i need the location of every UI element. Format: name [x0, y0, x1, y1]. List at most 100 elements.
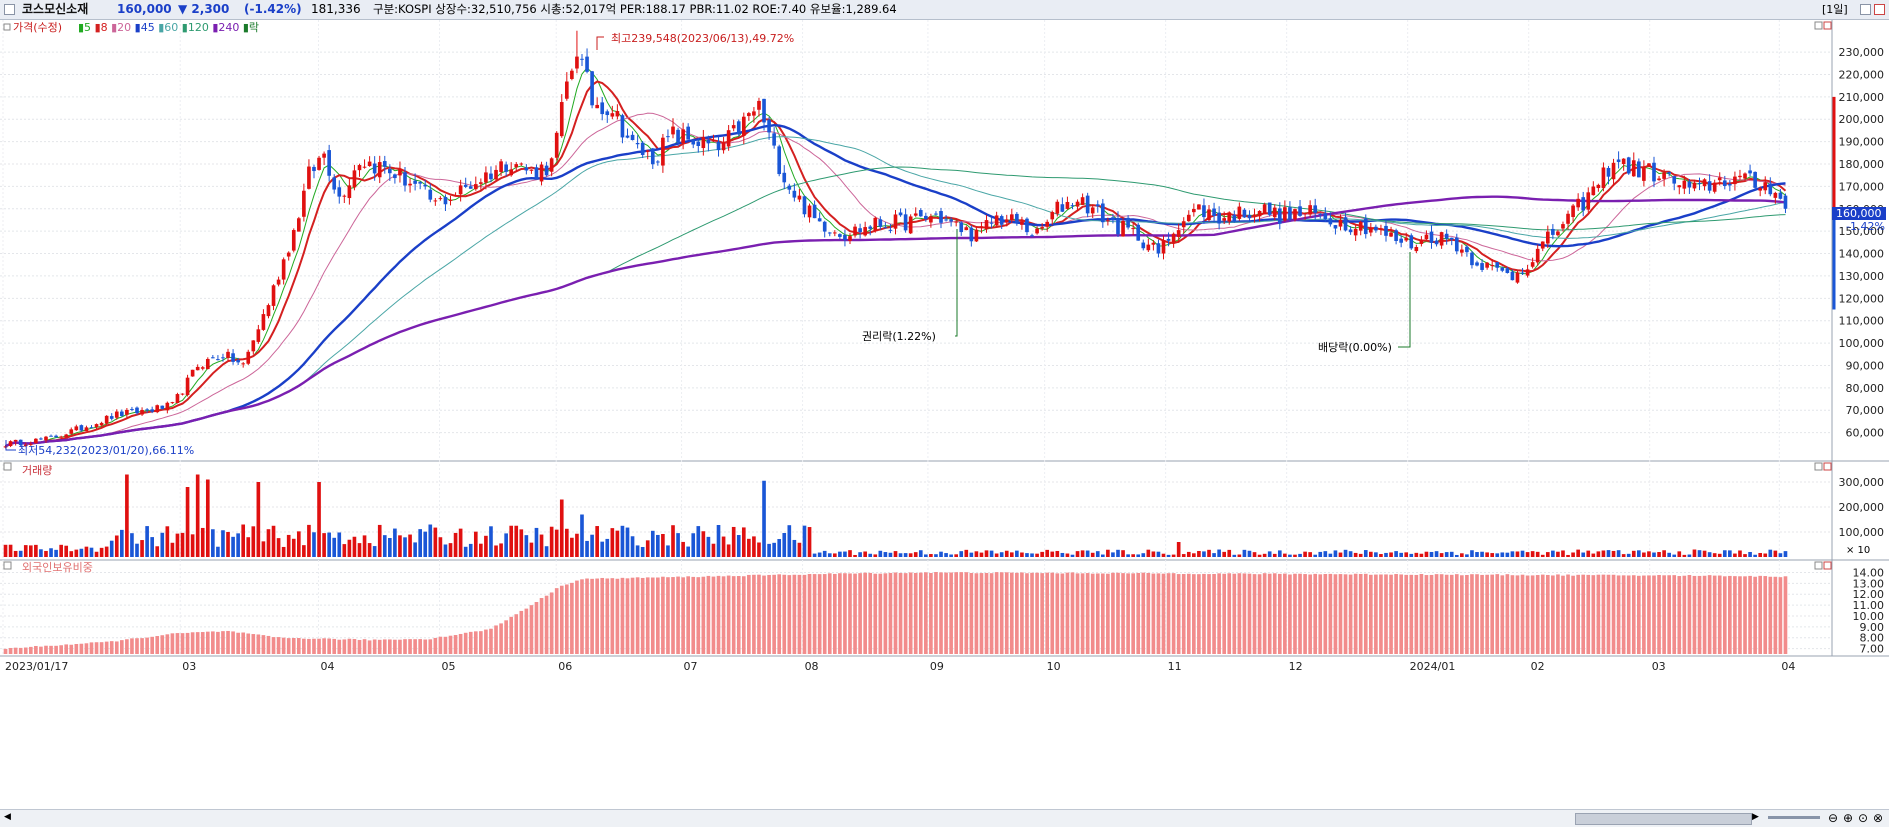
- candle-body: [1161, 240, 1166, 254]
- foreign-ratio-bar: [1601, 574, 1606, 654]
- foreign-ratio-bar: [307, 638, 311, 654]
- volume-bar: [1470, 550, 1474, 557]
- candle-body: [463, 184, 468, 187]
- volume-bar: [317, 482, 321, 557]
- scroll-left-icon[interactable]: ◀: [4, 812, 15, 823]
- foreign-ratio-bar: [1141, 572, 1146, 654]
- candle-body: [99, 422, 104, 426]
- x-tick-label: 2024/01: [1410, 660, 1456, 673]
- candle-body: [468, 186, 473, 189]
- volume-bar: [1667, 552, 1671, 557]
- foreign-ratio-bar: [908, 572, 913, 654]
- candle-body: [549, 158, 554, 172]
- volume-bar: [13, 550, 18, 557]
- volume-bar: [564, 528, 569, 557]
- candle-body: [453, 194, 458, 197]
- foreign-ratio-bar: [1106, 573, 1110, 654]
- volume-bar: [367, 543, 372, 557]
- foreign-ratio-bar: [1111, 572, 1115, 654]
- period-selector[interactable]: [1일]: [1822, 0, 1848, 19]
- volume-bar: [1192, 553, 1196, 557]
- foreign-ratio-bar: [150, 636, 154, 654]
- legend-ma-60: ▮60: [158, 21, 182, 34]
- zoom-fit-icon[interactable]: ⊗: [1873, 811, 1883, 825]
- window-close-icon[interactable]: [1874, 4, 1885, 15]
- candle-body: [130, 408, 134, 410]
- volume-bar: [1283, 553, 1287, 557]
- volume-bar: [1277, 550, 1282, 557]
- volume-bar: [1495, 553, 1500, 557]
- foreign-ratio-bar: [1707, 575, 1712, 654]
- candle-body: [1768, 183, 1773, 195]
- foreign-ratio-bar: [1581, 574, 1586, 654]
- candle-body: [580, 58, 584, 60]
- foreign-ratio-bar: [1156, 573, 1161, 654]
- foreign-ratio-bar: [1454, 574, 1459, 654]
- volume-bar: [1045, 549, 1050, 557]
- foreign-ratio-bar: [443, 636, 448, 654]
- candle-body: [489, 173, 493, 180]
- candle-body: [595, 104, 599, 109]
- volume-bar: [590, 534, 594, 557]
- zoom-slider[interactable]: [1768, 816, 1820, 819]
- foreign-ratio-bar: [661, 576, 665, 654]
- volume-bar: [959, 551, 964, 557]
- candle-body: [524, 167, 529, 171]
- candle-body: [1561, 224, 1565, 229]
- foreign-ratio-bar: [1545, 574, 1550, 654]
- candle-body: [1611, 162, 1616, 180]
- volume-bar: [1186, 551, 1191, 557]
- stock-chart[interactable]: 2023/01/17 03 04 05 06 07 08 09 10 11 12 2024/01 02 0…: [0, 20, 1889, 809]
- candle-body: [918, 210, 923, 217]
- candle-body: [1404, 237, 1409, 241]
- chart-menu-button[interactable]: [4, 4, 15, 15]
- candle-body: [89, 427, 94, 429]
- foreign-ratio-bar: [635, 577, 640, 654]
- zoom-in-icon[interactable]: ⊕: [1843, 811, 1853, 825]
- stock-name[interactable]: 코스모신소재: [22, 0, 88, 19]
- volume-bar: [1571, 552, 1575, 557]
- scroll-right-icon[interactable]: ▶: [1752, 812, 1763, 823]
- chart-scroll-bar[interactable]: ◀ ▶ ⊖ ⊕ ⊙ ⊗: [0, 809, 1889, 827]
- volume-bar: [822, 550, 827, 557]
- volume-bar: [1121, 550, 1125, 557]
- foreign-ratio-bar: [281, 637, 286, 654]
- foreign-ratio-bar: [883, 573, 888, 654]
- panel-maximize-icon: [1814, 561, 1823, 570]
- volume-bar: [266, 529, 271, 557]
- volume-bar: [1460, 553, 1464, 557]
- scroll-thumb[interactable]: [1575, 813, 1752, 825]
- zoom-out-icon[interactable]: ⊖: [1828, 811, 1838, 825]
- foreign-ratio-bar: [514, 614, 519, 654]
- candle-body: [418, 182, 422, 184]
- candle-body: [878, 219, 883, 227]
- foreign-ratio-bar: [1328, 573, 1333, 654]
- price-tick-label: 230,000: [1839, 46, 1885, 59]
- foreign-ratio-bar: [1404, 574, 1409, 654]
- volume-bar: [1525, 552, 1530, 557]
- volume-bar: [1490, 553, 1495, 557]
- volume-bar: [1424, 551, 1429, 557]
- candle-body: [1318, 213, 1323, 215]
- foreign-ratio-bar: [1126, 573, 1130, 654]
- zoom-reset-icon[interactable]: ⊙: [1858, 811, 1868, 825]
- volume-bar: [929, 554, 933, 557]
- foreign-ratio-bar: [959, 572, 964, 654]
- legend-ma-120: ▮120: [182, 21, 213, 34]
- window-minimize-icon[interactable]: [1860, 4, 1871, 15]
- foreign-ratio-bar: [1530, 575, 1535, 654]
- foreign-ratio-bar: [999, 572, 1004, 654]
- candle-body: [69, 429, 74, 434]
- foreign-ratio-bar: [54, 645, 58, 654]
- candle-body: [979, 226, 984, 228]
- foreign-ratio-bar: [564, 584, 569, 654]
- foreign-title: 외국인보유비중: [22, 561, 93, 574]
- foreign-ratio-bar: [130, 638, 134, 654]
- foreign-ratio-bar: [205, 631, 210, 654]
- foreign-ratio-bar: [1495, 574, 1500, 654]
- candle-body: [1738, 175, 1742, 178]
- foreign-ratio-bar: [1277, 573, 1282, 654]
- volume-bar: [453, 532, 458, 557]
- volume-bar: [1080, 550, 1085, 557]
- volume-bar: [1510, 551, 1515, 557]
